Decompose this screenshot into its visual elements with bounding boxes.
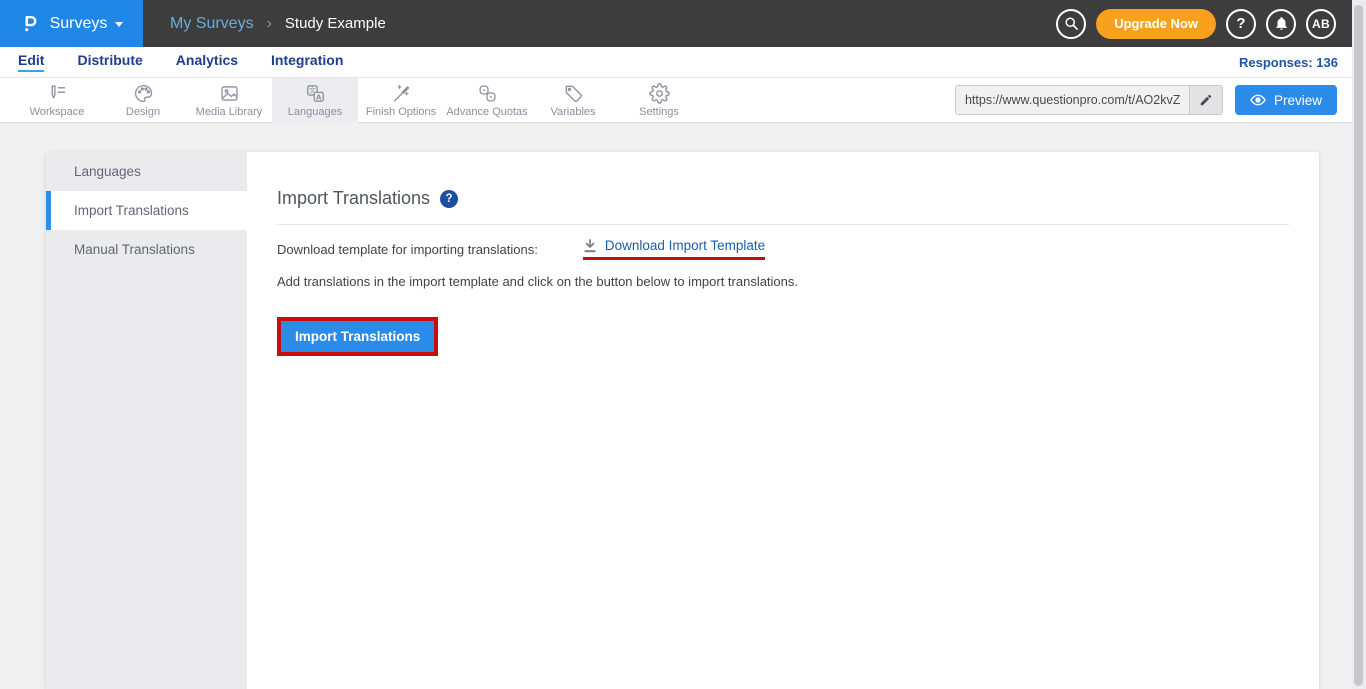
responses-count[interactable]: Responses: 136 [1239,55,1338,70]
import-button-annotation: Import Translations [277,317,438,356]
help-circle-icon[interactable]: ? [440,190,458,208]
toolbar-item-label: Finish Options [366,106,436,118]
toolbar-item-languages[interactable]: 文 A Languages [272,78,358,123]
edit-toolbar: Workspace Design Media Library 文 A Langu… [0,78,1366,123]
pencil-icon [1199,93,1213,107]
instructions-text: Add translations in the import template … [277,274,1289,289]
toolbar-item-label: Languages [288,106,342,118]
top-navigation-bar: Surveys My Surveys › Study Example Upgra… [0,0,1366,47]
toolbar-item-label: Media Library [196,106,263,118]
toolbar-item-workspace[interactable]: Workspace [14,78,100,123]
toolbar-item-label: Workspace [30,106,85,118]
page-title: Import Translations [277,188,430,209]
svg-text:A: A [316,93,322,101]
toolbar-item-media-library[interactable]: Media Library [186,78,272,123]
search-icon [1064,16,1079,31]
tab-analytics[interactable]: Analytics [176,52,238,72]
chevron-down-icon [115,22,123,27]
divider [277,224,1289,225]
import-translations-button[interactable]: Import Translations [281,321,434,352]
preview-button[interactable]: Preview [1235,85,1337,115]
tab-edit[interactable]: Edit [18,52,44,72]
survey-url-input[interactable] [956,86,1189,114]
survey-url-field [955,85,1223,115]
download-icon [583,239,597,253]
toolbar-item-label: Design [126,106,160,118]
eye-icon [1250,92,1266,108]
page-scrollbar[interactable] [1352,0,1366,689]
toolbar-item-variables[interactable]: Variables [530,78,616,123]
breadcrumb-separator: › [267,15,272,33]
surveys-product-menu[interactable]: Surveys [0,0,143,47]
questionpro-logo-icon [20,13,42,35]
toolbar-item-label: Settings [639,106,679,118]
bell-icon [1274,16,1289,31]
main-area: Languages Import Translations Manual Tra… [0,123,1366,689]
sidebar-item-manual-translations[interactable]: Manual Translations [46,230,247,269]
languages-panel: Languages Import Translations Manual Tra… [46,152,1319,689]
download-link-annotation: Download Import Template [583,238,765,260]
avatar[interactable]: AB [1306,9,1336,39]
toolbar-item-label: Variables [550,106,595,118]
search-button[interactable] [1056,9,1086,39]
toolbar-item-settings[interactable]: Settings [616,78,702,123]
breadcrumb: My Surveys › Study Example [170,15,386,33]
import-translations-content: Import Translations ? Download template … [247,152,1319,689]
sidebar-item-languages[interactable]: Languages [46,152,247,191]
notifications-button[interactable] [1266,9,1296,39]
toolbar-item-design[interactable]: Design [100,78,186,123]
languages-icon: 文 A [305,83,326,104]
surveys-menu-label: Surveys [50,15,108,33]
tab-distribute[interactable]: Distribute [77,52,142,72]
question-mark-icon: ? [1236,15,1245,32]
variables-icon [563,83,584,104]
edit-url-button[interactable] [1189,86,1222,114]
toolbar-item-advance-quotas[interactable]: Advance Quotas [444,78,530,123]
upgrade-now-button[interactable]: Upgrade Now [1096,9,1216,39]
breadcrumb-my-surveys[interactable]: My Surveys [170,15,254,33]
topbar-actions: Upgrade Now ? AB [1056,9,1366,39]
toolbar-item-finish-options[interactable]: Finish Options [358,78,444,123]
breadcrumb-current-survey: Study Example [285,15,386,32]
survey-section-tabs: Edit Distribute Analytics Integration Re… [0,47,1366,78]
sidebar-item-import-translations[interactable]: Import Translations [46,191,247,230]
languages-sidebar: Languages Import Translations Manual Tra… [46,152,247,689]
design-icon [133,83,154,104]
advance-quotas-icon [477,83,498,104]
avatar-initials: AB [1312,17,1330,31]
settings-icon [649,83,670,104]
media-library-icon [219,83,240,104]
scrollbar-thumb[interactable] [1354,5,1363,686]
help-button[interactable]: ? [1226,9,1256,39]
toolbar-item-label: Advance Quotas [446,106,527,118]
tab-integration[interactable]: Integration [271,52,343,72]
download-template-label: Download template for importing translat… [277,242,538,257]
preview-label: Preview [1274,93,1322,108]
finish-options-icon [391,83,412,104]
download-import-template-link[interactable]: Download Import Template [605,238,765,253]
workspace-icon [47,83,68,104]
